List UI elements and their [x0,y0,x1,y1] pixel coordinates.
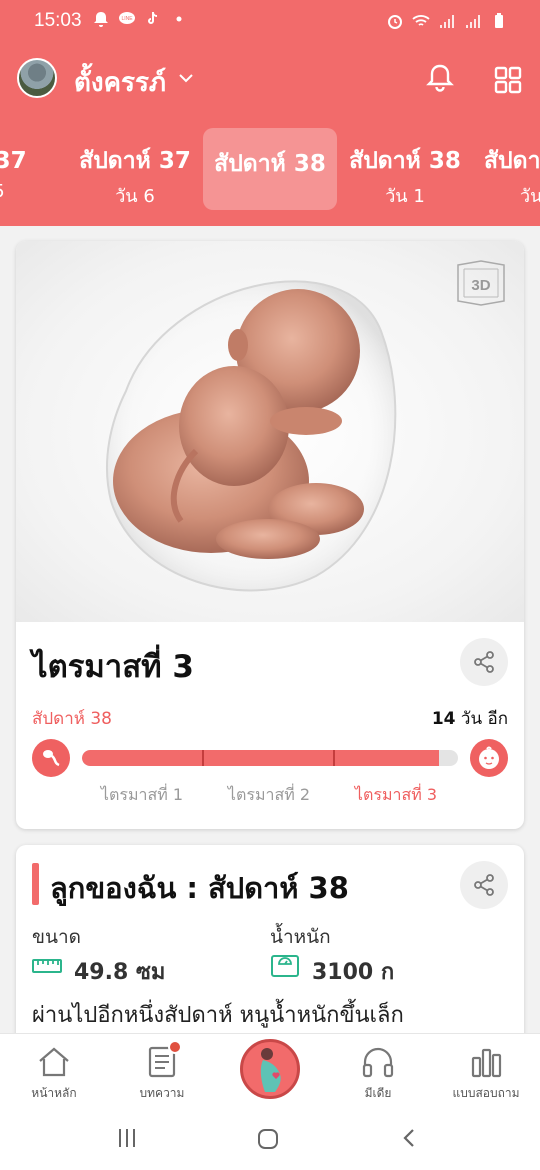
profile-name[interactable]: ตั้งครรภ์ [74,62,166,103]
battery-icon [495,13,503,28]
days-count: 14 [431,709,456,729]
home-icon [39,1047,69,1077]
pregnancy-progress-bar [82,750,458,766]
share-button[interactable] [460,861,508,909]
title-accent-bar [32,863,39,905]
home-button-icon[interactable] [256,1127,280,1151]
days-suffix: วัน อีก [460,709,508,729]
notification-dot [168,1040,182,1054]
trimester-title: ไตรมาสที่ 3 [32,649,194,685]
notification-icons: LINE [92,10,188,28]
signal-icon [466,15,480,28]
system-navigation-bar [0,1111,540,1170]
nav-articles-label: บทความ [139,1086,185,1100]
alarm-icon [388,15,402,29]
dot-icon [176,16,182,22]
fetus-image[interactable]: 3D [16,241,524,622]
nav-media[interactable]: มีเดีย [324,1034,432,1112]
week-tabs: ห์ 37 5 สัปดาห์ 37 วัน 6 สัปดาห์ 38 สัปด… [0,128,540,212]
headphones-icon [362,1047,394,1078]
nav-articles[interactable]: บทความ [108,1034,216,1112]
pregnancy-center-button[interactable] [240,1039,300,1099]
nav-home-label: หน้าหลัก [31,1086,77,1100]
week-tab[interactable]: ห์ 37 5 [0,128,66,210]
week-tab-title: สัปดาห์ 37 [79,148,191,174]
nav-survey[interactable]: แบบสอบถาม [432,1034,540,1112]
size-label: ขนาด [32,926,81,948]
baby-week-title: ลูกของฉัน : สัปดาห์ 38 [50,871,349,905]
trimester-2-label: ไตรมาสที่ 2 [227,785,311,804]
days-remaining: 14 วัน อีก [432,705,508,732]
week-tab[interactable]: สัปดา วัน [472,128,540,210]
status-bar: 15:03 LINE [0,0,540,44]
start-circle [32,739,70,777]
nav-home[interactable]: หน้าหลัก [0,1034,108,1112]
line-icon: LINE [119,12,135,24]
trimester-divider [202,750,204,766]
weight-value: 3100 ก [312,960,395,985]
end-circle [470,739,508,777]
baby-description: ผ่านไปอีกหนึ่งสัปดาห์ หนูน้ำหนักขึ้นเล็ก [32,1003,404,1028]
nav-media-label: มีเดีย [364,1086,392,1100]
size-value: 49.8 ซม [74,960,166,985]
share-icon [474,651,494,673]
3d-view-icon[interactable]: 3D [454,259,508,307]
share-button[interactable] [460,638,508,686]
trimester-card: 3D ไตรมาสที่ 3 สัปดาห์ 38 14 วัน อีก ไตร… [16,241,524,829]
trimester-divider [333,750,335,766]
chart-icon [471,1048,502,1078]
week-tab-active[interactable]: สัปดาห์ 38 [203,128,337,210]
back-icon[interactable] [398,1127,420,1149]
chevron-down-icon[interactable] [178,70,194,86]
baby-face-icon [479,746,499,769]
bell-icon [94,12,108,27]
week-tab[interactable]: สัปดาห์ 37 วัน 6 [68,128,202,210]
scale-icon [271,955,299,977]
nav-survey-label: แบบสอบถาม [452,1086,520,1100]
sperm-icon [43,750,60,767]
wifi-icon [412,15,430,26]
share-icon [474,874,494,896]
tiktok-icon [148,12,157,24]
week-tab-day: วัน 6 [115,186,155,207]
week-tab-title: สัปดา [484,148,540,174]
week-tab-day: วัน [520,186,540,207]
fetus-illustration [105,280,397,592]
top-bar: ตั้งครรภ์ [0,52,540,108]
3d-badge-text: 3D [471,277,490,294]
week-tab-day: 5 [0,181,66,202]
avatar[interactable] [17,58,57,98]
week-tab-day: วัน 1 [385,186,425,207]
recent-apps-icon[interactable] [116,1127,138,1149]
progress-fill [82,750,440,766]
week-tab-title: ห์ 37 [0,148,27,174]
week-tab-title: สัปดาห์ 38 [349,148,461,174]
signal-icon [440,15,454,28]
status-time: 15:03 [34,10,82,31]
current-week-label: สัปดาห์ 38 [32,709,112,729]
trimester-3-label: ไตรมาสที่ 3 [354,785,438,804]
app-header: 15:03 LINE ตั้งครรภ์ ห์ 37 5 สัปดาห์ 37 … [0,0,540,226]
system-status-icons [386,12,508,30]
trimester-1-label: ไตรมาสที่ 1 [100,785,184,804]
baby-info-card: ลูกของฉัน : สัปดาห์ 38 ขนาด 49.8 ซม น้ำห… [16,845,524,1045]
ruler-icon [32,959,62,973]
week-tab[interactable]: สัปดาห์ 38 วัน 1 [338,128,472,210]
weight-label: น้ำหนัก [270,926,331,948]
bell-icon[interactable] [424,62,456,94]
week-tab-title: สัปดาห์ 38 [214,151,326,177]
grid-menu-icon[interactable] [494,66,522,94]
svg-text:LINE: LINE [121,16,133,22]
pregnancy-icon [260,1048,281,1092]
